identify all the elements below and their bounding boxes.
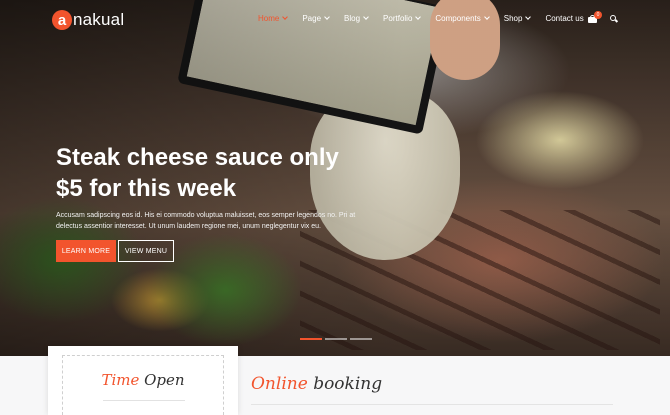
divider [103,400,185,401]
main-nav: Home Page Blog Portfolio Components Shop… [258,14,599,23]
site-header: a nakual Home Page Blog Portfolio Compon… [0,0,670,40]
nav-label: Page [302,14,322,23]
nav-label: Home [258,14,280,23]
chevron-down-icon [282,14,289,20]
slider-dot-3[interactable] [350,338,372,340]
slider-dot-1[interactable] [300,338,322,340]
nav-label: Blog [344,14,361,23]
chevron-down-icon [525,14,532,20]
nav-item-components[interactable]: Components [435,14,490,23]
cart-count-badge: 0 [594,11,602,19]
chevron-down-icon [415,14,422,20]
nav-label: Shop [503,14,523,23]
nav-label: Components [435,14,481,23]
online-booking-title: Online booking [251,374,382,394]
chevron-down-icon [324,14,330,20]
logo-text: nakual [73,10,125,29]
time-open-title-word2: Open [144,371,185,389]
online-booking-title-word2: booking [313,374,383,394]
hero-description: Accusam sadipscing eos id. His ei commod… [56,212,356,230]
view-menu-button[interactable]: VIEW MENU [118,240,174,262]
hero-headline: Steak cheese sauce only $5 for this week [56,142,339,204]
slider-pagination [300,338,375,340]
logo[interactable]: a nakual [52,10,124,30]
divider [251,404,613,405]
hero-headline-line2: $5 for this week [56,175,237,202]
nav-item-home[interactable]: Home [258,14,289,23]
nav-item-page[interactable]: Page [302,14,330,23]
search-icon[interactable] [610,15,619,23]
nav-item-contact[interactable]: Contact us [545,14,583,23]
learn-more-button[interactable]: LEARN MORE [56,240,116,262]
nav-item-shop[interactable]: Shop [503,14,532,23]
chevron-down-icon [363,14,369,20]
search-icon-handle [614,19,619,23]
time-open-title: Time Open [63,371,223,389]
logo-mark: a [52,10,72,30]
nav-item-portfolio[interactable]: Portfolio [383,14,422,23]
time-open-card-border: Time Open [62,355,224,415]
nav-label: Portfolio [383,14,413,23]
chevron-down-icon [483,14,490,20]
online-booking-title-word1: Online [251,374,308,394]
nav-label: Contact us [545,14,584,23]
time-open-card: Time Open [48,346,238,415]
slider-dot-2[interactable] [325,338,347,340]
nav-item-blog[interactable]: Blog [344,14,369,23]
time-open-title-word1: Time [101,371,140,389]
hero-headline-line1: Steak cheese sauce only [56,144,339,171]
